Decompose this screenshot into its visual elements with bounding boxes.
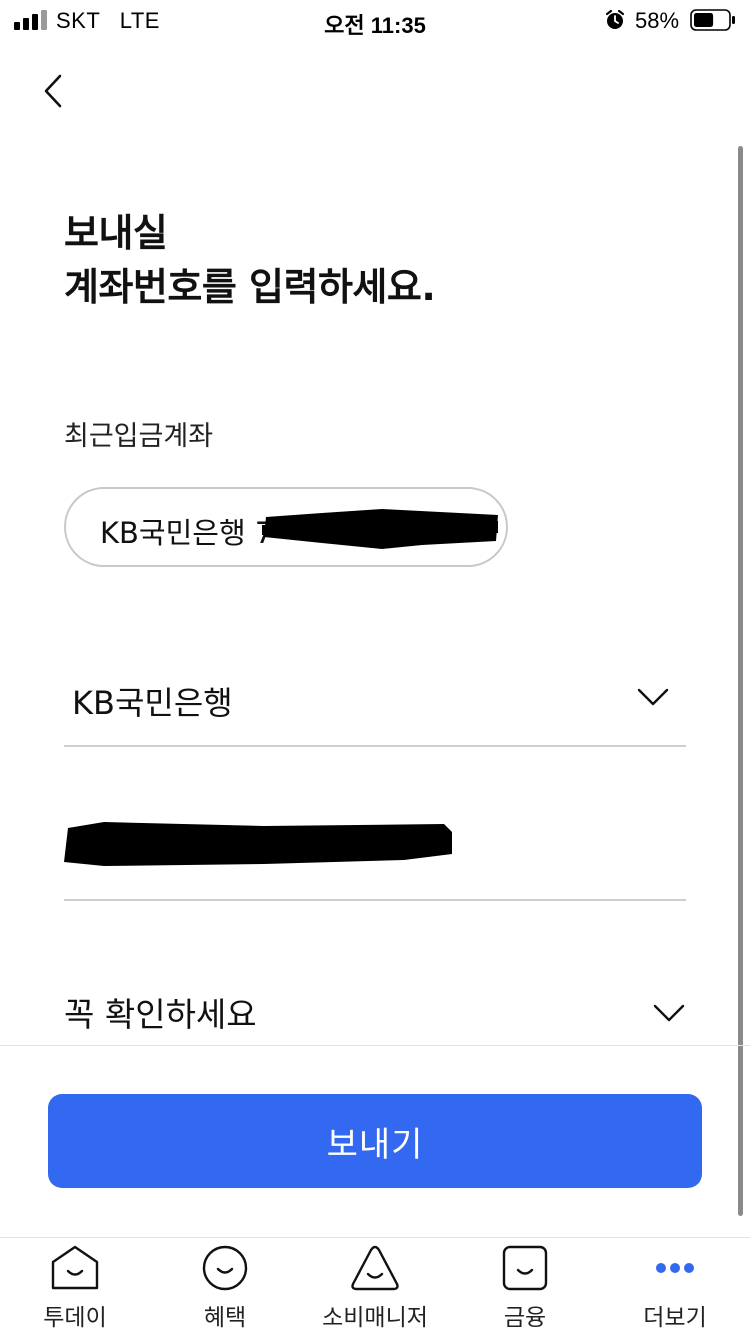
redaction-mark	[64, 822, 452, 866]
must-check-toggle[interactable]: 꼭 확인하세요	[64, 980, 686, 1040]
triangle-face-icon	[351, 1245, 399, 1291]
bank-field-underline	[64, 745, 686, 747]
chevron-down-icon	[637, 688, 669, 706]
circle-face-icon	[202, 1245, 248, 1291]
tab-bar-divider	[0, 1237, 750, 1238]
tab-spending-manager[interactable]: 소비매니저	[300, 1240, 450, 1334]
title-line-1: 보내실	[64, 211, 168, 255]
alarm-icon	[605, 9, 625, 29]
page-title: 보내실 계좌번호를 입력하세요.	[64, 206, 436, 314]
status-bar: SKT LTE 오전 11:35 58%	[0, 0, 750, 42]
tab-more[interactable]: 더보기	[600, 1240, 750, 1334]
home-face-icon	[51, 1245, 99, 1290]
recent-account-chip[interactable]: KB국민은행 7	[64, 487, 508, 567]
tab-label: 투데이	[43, 1305, 107, 1331]
battery-percent: 58%	[635, 8, 680, 33]
tab-benefits[interactable]: 혜택	[150, 1240, 300, 1334]
battery-icon	[690, 9, 735, 31]
chevron-down-icon	[653, 1004, 685, 1022]
tab-label: 금융	[503, 1305, 547, 1331]
must-check-label: 꼭 확인하세요	[64, 995, 257, 1034]
redaction-mark	[262, 509, 498, 549]
scrollbar[interactable]	[738, 146, 743, 1216]
account-field-underline	[64, 899, 686, 901]
section-divider	[0, 1045, 750, 1046]
send-button[interactable]: 보내기	[48, 1094, 702, 1188]
more-dots-icon	[656, 1263, 694, 1273]
tab-finance[interactable]: 금융	[450, 1240, 600, 1334]
bank-name: KB국민은행	[72, 684, 233, 722]
tab-label: 혜택	[203, 1305, 247, 1331]
square-face-icon	[502, 1245, 548, 1291]
recent-account-text: KB국민은행 7	[100, 516, 274, 550]
tab-today[interactable]: 투데이	[0, 1240, 150, 1334]
title-line-2: 계좌번호를 입력하세요.	[64, 265, 436, 309]
account-number-input[interactable]	[64, 800, 686, 900]
tab-label: 소비매니저	[322, 1305, 428, 1331]
bank-select[interactable]: KB국민은행	[64, 658, 686, 746]
recent-accounts-label: 최근입금계좌	[64, 421, 214, 452]
chevron-left-icon[interactable]	[40, 72, 70, 110]
tab-label: 더보기	[643, 1305, 707, 1331]
